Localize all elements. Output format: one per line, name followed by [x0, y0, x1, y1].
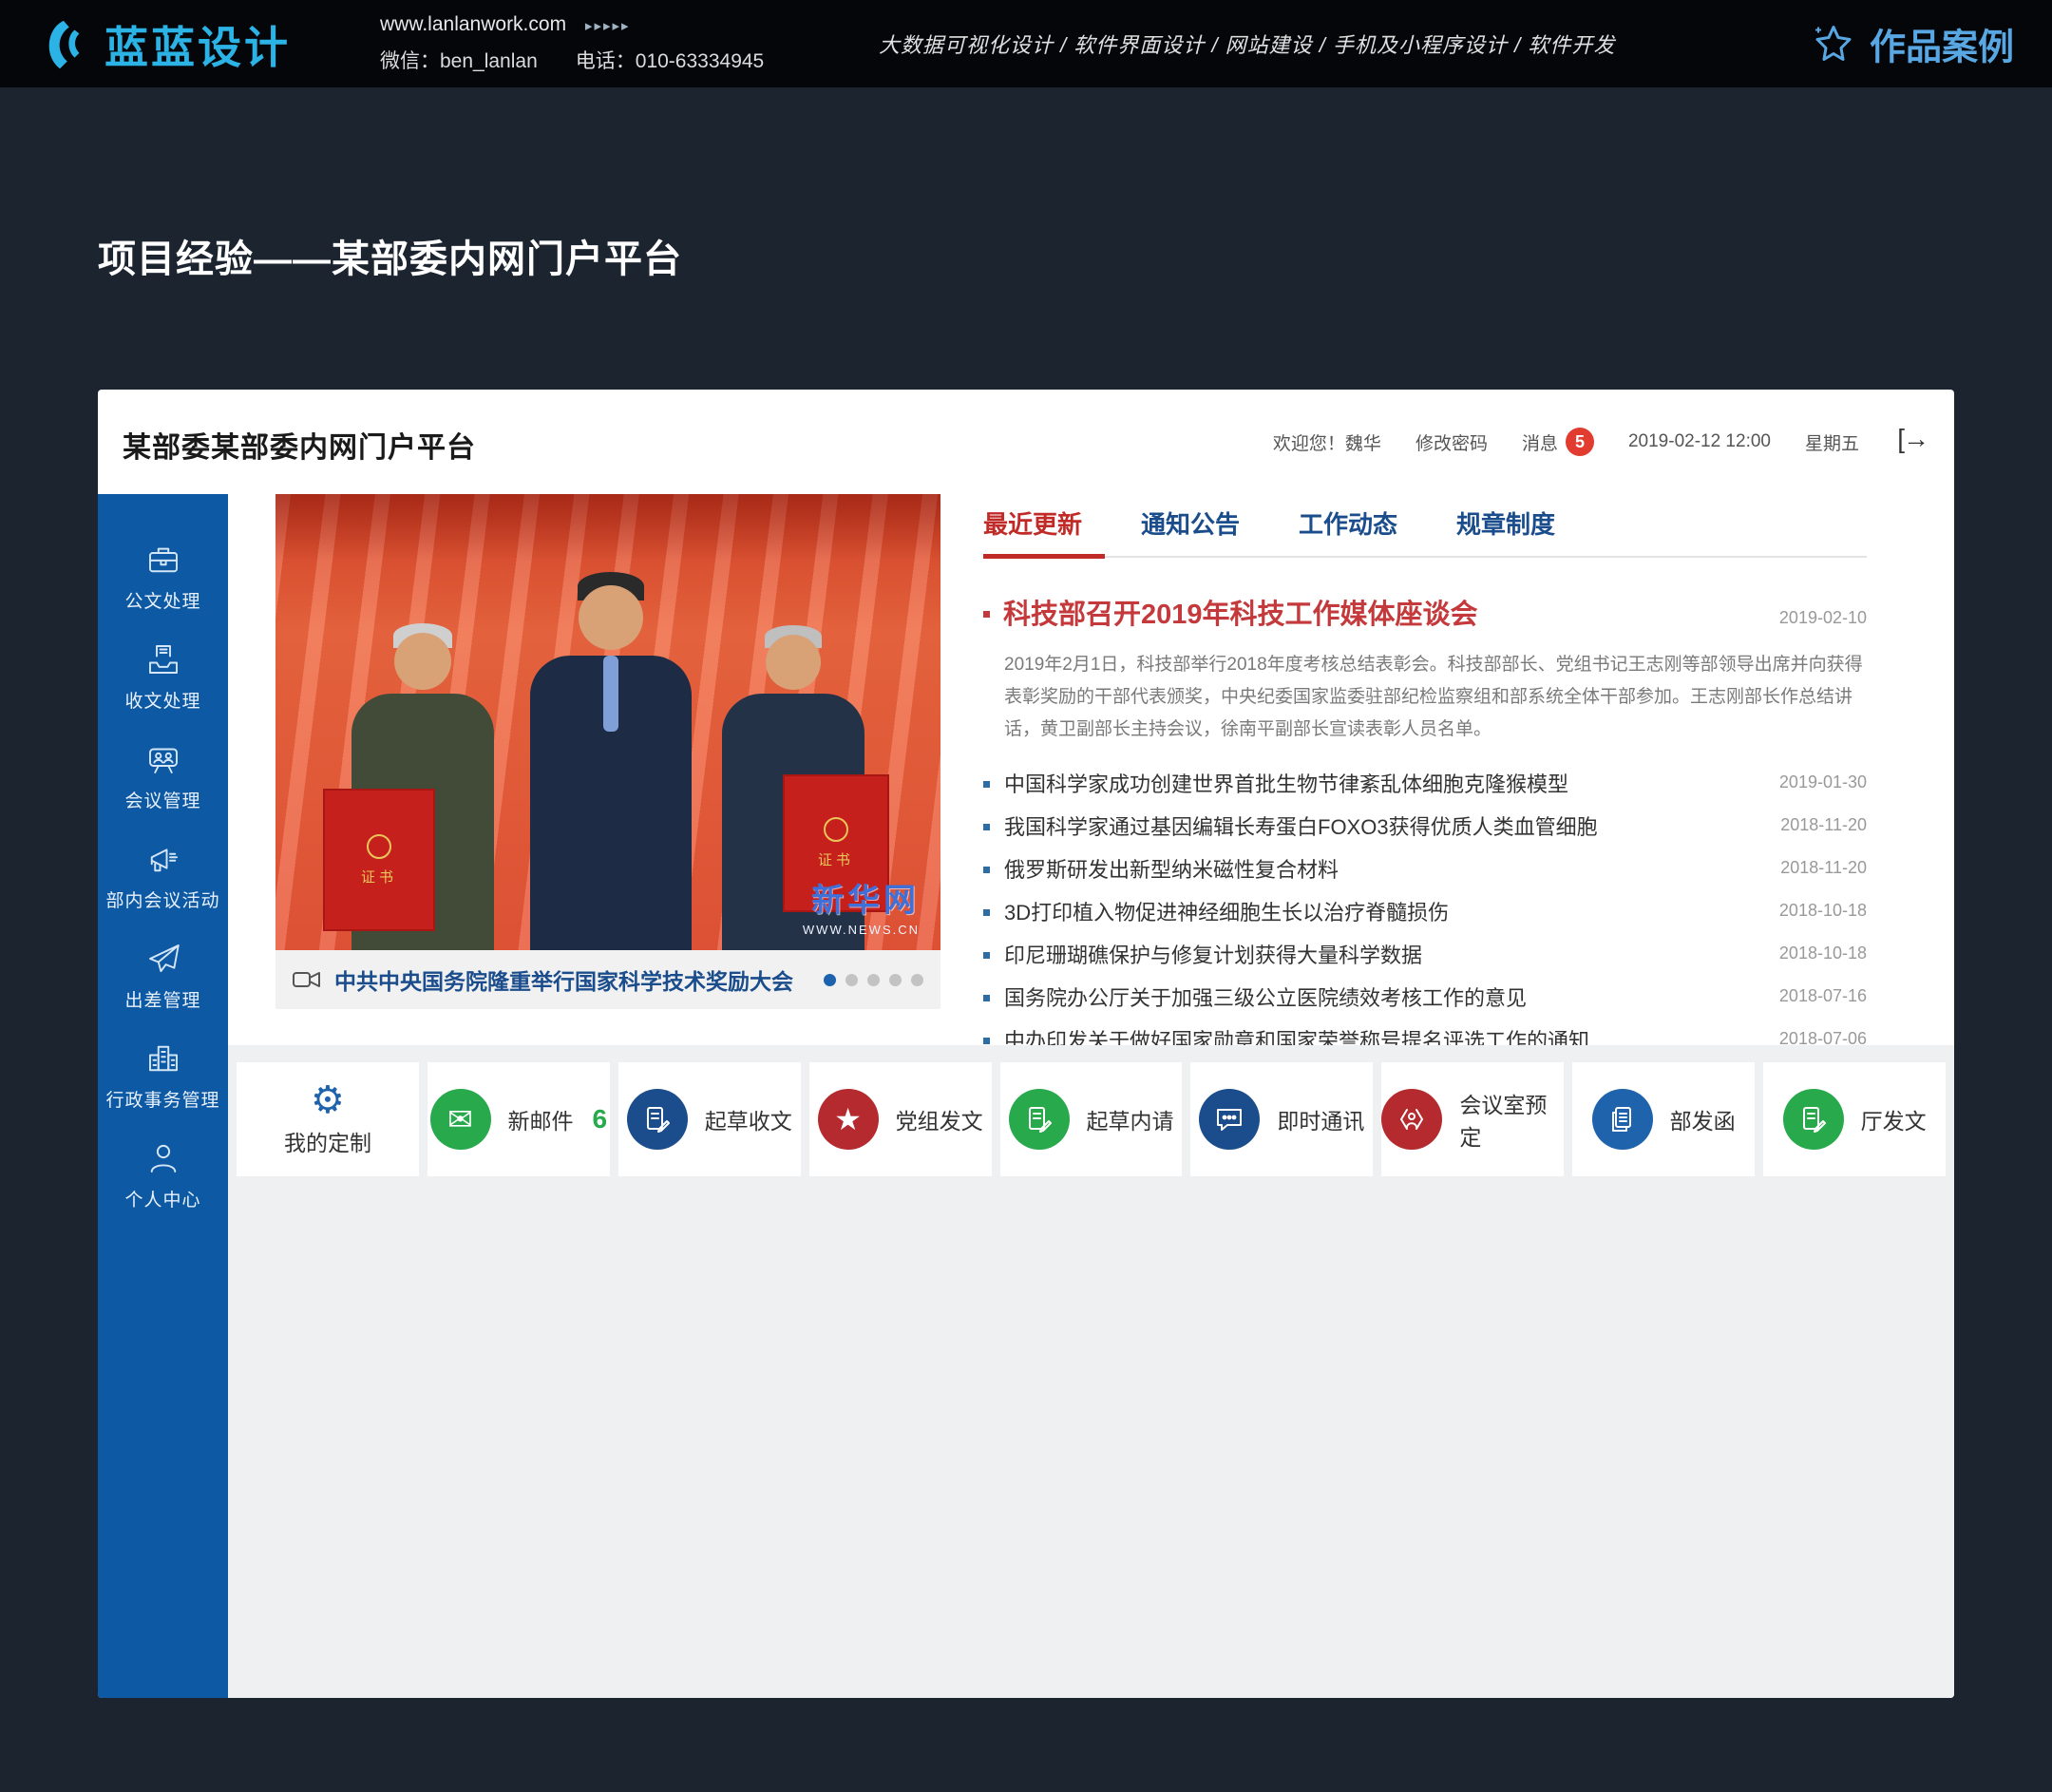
portal-window: 某部委某部委内网门户平台 欢迎您！魏华 修改密码 消息 5 2019-02-12…	[98, 390, 1954, 1698]
party-emblem-icon: ★	[818, 1089, 879, 1150]
quick-draft-incoming[interactable]: 起草收文	[618, 1062, 801, 1176]
brand-logo-text: 蓝蓝设计	[104, 13, 291, 76]
news-headline[interactable]: 科技部召开2019年科技工作媒体座谈会	[983, 592, 1779, 632]
gear-icon: ⚙	[311, 1081, 345, 1119]
draft-doc-icon	[1783, 1089, 1844, 1150]
brand-logo-icon	[32, 15, 91, 74]
portal-title: 某部委某部委内网门户平台	[123, 424, 476, 466]
portfolio-label: 作品案例	[1870, 18, 2014, 70]
new-mail-count: 6	[593, 1104, 608, 1134]
portal-main: 证书	[228, 494, 1954, 1698]
news-list: 中国科学家成功创建世界首批生物节律紊乱体细胞克隆猴模型2019-01-30 我国…	[983, 761, 1867, 1060]
letter-doc-icon	[1592, 1089, 1653, 1150]
news-tabs: 最近更新 通知公告 工作动态 规章制度	[983, 505, 1867, 558]
carousel-caption-bar: 中共中央国务院隆重举行国家科学技术奖励大会	[276, 950, 940, 1009]
change-password-link[interactable]: 修改密码	[1416, 429, 1488, 455]
quick-dept-doc[interactable]: 厅发文	[1763, 1062, 1946, 1176]
welcome-text: 欢迎您！魏华	[1273, 429, 1381, 455]
quick-meeting-room[interactable]: 会议室预定	[1381, 1062, 1564, 1176]
sidebar-item-trips[interactable]: 出差管理	[98, 925, 228, 1025]
tab-notices[interactable]: 通知公告	[1141, 505, 1240, 541]
sidebar-item-admin[interactable]: 行政事务管理	[98, 1025, 228, 1125]
carousel-caption[interactable]: 中共中央国务院隆重举行国家科学技术奖励大会	[334, 963, 810, 996]
active-tab-underline	[983, 554, 1105, 559]
messages-count-badge: 5	[1566, 428, 1594, 456]
news-section: 证书	[228, 494, 1954, 1045]
page-title: 项目经验——某部委内网门户平台	[98, 228, 682, 283]
plane-icon	[143, 939, 183, 979]
tab-work-news[interactable]: 工作动态	[1299, 505, 1397, 541]
sidebar: 公文处理 收文处理 会议管理 部内会议活动	[98, 494, 228, 1698]
news-panel: 最近更新 通知公告 工作动态 规章制度 科技部召开2019年科技工作媒体座谈会 …	[983, 494, 1867, 1045]
carousel-dot[interactable]	[911, 974, 923, 986]
quick-my-custom[interactable]: ⚙ 我的定制	[237, 1062, 419, 1176]
logout-icon[interactable]: [→	[1897, 424, 1928, 454]
news-summary: 2019年2月1日，科技部举行2018年度考核总结表彰会。科技部部长、党组书记王…	[983, 649, 1867, 746]
briefcase-icon	[143, 540, 183, 580]
sidebar-item-inbox[interactable]: 收文处理	[98, 626, 228, 726]
news-headline-date: 2019-02-10	[1779, 608, 1867, 628]
phone-text: 电话：010-63334945	[576, 46, 764, 74]
chat-icon	[1199, 1089, 1260, 1150]
site-url: www.lanlanwork.com	[380, 13, 566, 35]
draft-doc-icon	[1009, 1089, 1070, 1150]
news-list-item[interactable]: 中国科学家成功创建世界首批生物节律紊乱体细胞克隆猴模型2019-01-30	[983, 761, 1867, 804]
contact-block: www.lanlanwork.com ▸▸▸▸▸ 微信：ben_lanlan 电…	[380, 13, 764, 74]
megaphone-icon	[143, 839, 183, 879]
quick-party-doc[interactable]: ★ 党组发文	[809, 1062, 992, 1176]
messages-label: 消息	[1522, 429, 1558, 455]
carousel-dot[interactable]	[846, 974, 858, 986]
site-header: 蓝蓝设计 www.lanlanwork.com ▸▸▸▸▸ 微信：ben_lan…	[0, 0, 2052, 87]
news-list-item[interactable]: 印尼珊瑚礁保护与修复计划获得大量科学数据2018-10-18	[983, 932, 1867, 975]
lower-area: ⚙ 我的定制 ✉ 新邮件 6 起草收文 ★	[228, 1045, 1954, 1698]
news-headline-row: 科技部召开2019年科技工作媒体座谈会 2019-02-10	[983, 592, 1867, 632]
building-icon	[143, 1039, 183, 1078]
carousel: 证书	[276, 494, 940, 1045]
photo-figure-center	[530, 656, 692, 950]
quick-instant-messaging[interactable]: 即时通讯	[1190, 1062, 1373, 1176]
page: 蓝蓝设计 www.lanlanwork.com ▸▸▸▸▸ 微信：ben_lan…	[0, 0, 2052, 1792]
quick-ministry-letter[interactable]: 部发函	[1572, 1062, 1755, 1176]
sidebar-item-profile[interactable]: 个人中心	[98, 1125, 228, 1225]
photo-curtain-shade	[276, 494, 940, 561]
carousel-dots	[824, 974, 923, 986]
envelope-icon: ✉	[430, 1089, 491, 1150]
inbox-doc-icon	[143, 639, 183, 679]
carousel-dot[interactable]	[824, 974, 836, 986]
quick-draft-request[interactable]: 起草内请	[1000, 1062, 1183, 1176]
certificate: 证书	[323, 789, 435, 931]
meeting-room-icon	[1381, 1089, 1442, 1150]
presentation-icon	[143, 739, 183, 779]
carousel-photo[interactable]: 证书	[276, 494, 940, 950]
brand-logo[interactable]: 蓝蓝设计	[32, 13, 291, 76]
star-icon	[1811, 21, 1856, 67]
photo-figure-left: 证书	[352, 694, 494, 950]
news-list-item[interactable]: 俄罗斯研发出新型纳米磁性复合材料2018-11-20	[983, 847, 1867, 889]
portfolio-button[interactable]: 作品案例	[1811, 18, 2014, 70]
draft-doc-icon	[627, 1089, 688, 1150]
quick-actions-row: ⚙ 我的定制 ✉ 新邮件 6 起草收文 ★	[228, 1045, 1954, 1176]
wechat-text: 微信：ben_lanlan	[380, 46, 538, 74]
sidebar-item-meetings[interactable]: 会议管理	[98, 726, 228, 826]
sidebar-item-docs[interactable]: 公文处理	[98, 526, 228, 626]
video-camera-icon	[293, 968, 321, 991]
weekday-text: 星期五	[1805, 429, 1859, 455]
news-list-item[interactable]: 3D打印植入物促进神经细胞生长以治疗脊髓损伤2018-10-18	[983, 889, 1867, 932]
person-icon	[143, 1138, 183, 1178]
services-nav: 大数据可视化设计 / 软件界面设计 / 网站建设 / 手机及小程序设计 / 软件…	[879, 29, 1615, 59]
xinhua-watermark: 新华网 WWW.NEWS.CN	[803, 874, 920, 937]
arrows-decor: ▸▸▸▸▸	[585, 18, 631, 34]
tab-regulations[interactable]: 规章制度	[1456, 505, 1555, 541]
news-list-item[interactable]: 我国科学家通过基因编辑长寿蛋白FOXO3获得优质人类血管细胞2018-11-20	[983, 804, 1867, 847]
datetime-text: 2019-02-12 12:00	[1628, 431, 1771, 452]
portal-topbar: 欢迎您！魏华 修改密码 消息 5 2019-02-12 12:00 星期五	[1273, 390, 1859, 494]
messages-link[interactable]: 消息 5	[1522, 428, 1594, 456]
portal-header: 某部委某部委内网门户平台 欢迎您！魏华 修改密码 消息 5 2019-02-12…	[98, 390, 1954, 494]
news-list-item[interactable]: 国务院办公厅关于加强三级公立医院绩效考核工作的意见2018-07-16	[983, 975, 1867, 1018]
carousel-dot[interactable]	[867, 974, 880, 986]
sidebar-item-activities[interactable]: 部内会议活动	[98, 826, 228, 925]
carousel-dot[interactable]	[889, 974, 902, 986]
tab-recent-updates[interactable]: 最近更新	[983, 505, 1082, 541]
quick-new-mail[interactable]: ✉ 新邮件 6	[428, 1062, 610, 1176]
